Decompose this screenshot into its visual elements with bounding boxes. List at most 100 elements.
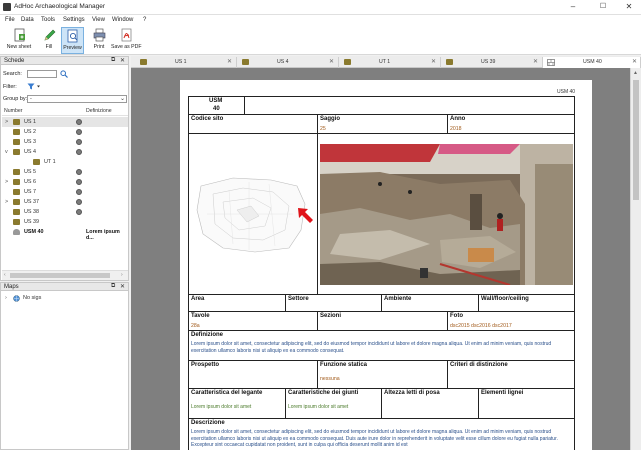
new-sheet-label: New sheet [6, 44, 32, 50]
menu-data[interactable]: Data [21, 17, 34, 23]
menu-file[interactable]: File [5, 17, 15, 23]
close-button[interactable]: ✕ [618, 1, 640, 13]
maps-expander[interactable]: › [5, 295, 7, 301]
wall-sheet-icon [13, 229, 20, 235]
col-definition[interactable]: Definizione [86, 108, 112, 114]
tree-row-label: US 39 [24, 219, 39, 225]
tree-row-label: US 38 [24, 209, 39, 215]
tab-us-4[interactable]: US 4 ✕ [237, 57, 339, 68]
status-dot-icon [76, 119, 82, 125]
definizione-label: Definizione [191, 332, 224, 338]
tree-row-label: US 7 [24, 189, 36, 195]
tree-row[interactable]: US 38 [2, 207, 128, 217]
scroll-left-icon[interactable]: ‹ [4, 272, 6, 278]
status-dot-icon [76, 209, 82, 215]
criteri-cell: Criteri di distinzione [447, 360, 575, 389]
window-title: AdHoc Archaeological Manager [14, 3, 106, 10]
new-sheet-button[interactable]: New sheet [4, 27, 34, 54]
menu-window[interactable]: Window [112, 17, 133, 23]
vertical-scrollbar[interactable]: ▲ [630, 68, 641, 450]
tab-us-1[interactable]: US 1 ✕ [135, 57, 237, 68]
tree-row[interactable]: > US 1 [2, 117, 128, 127]
photo-cell [317, 133, 575, 295]
scroll-thumb[interactable] [633, 80, 639, 200]
pdf-icon [121, 28, 131, 42]
tree-row[interactable]: US 5 [2, 167, 128, 177]
chevron-down-icon: ⌄ [120, 96, 126, 102]
tree-row[interactable]: US 39 [2, 217, 128, 227]
tab-usm-40[interactable]: USM 40 ✕ [543, 57, 641, 68]
area-cell: Area [188, 294, 286, 312]
tree-expander-icon[interactable]: > [5, 119, 8, 125]
search-icon[interactable] [60, 70, 68, 78]
definizione-text: Lorem ipsum dolor sit amet, consectetur … [191, 341, 552, 354]
sheet-id-value: 40 [213, 106, 220, 112]
filter-icon[interactable] [27, 83, 41, 90]
tab-close-icon[interactable]: ✕ [329, 58, 334, 65]
print-button[interactable]: Print [88, 27, 110, 54]
scroll-right-icon[interactable]: › [121, 272, 123, 278]
group-by-value: - [30, 96, 32, 102]
tree-expander-icon[interactable]: > [5, 179, 8, 185]
tree-row[interactable]: US 2 [2, 127, 128, 137]
maps-item[interactable]: No sigs [23, 295, 41, 301]
horizontal-scrollbar[interactable]: ‹ › [2, 270, 128, 280]
sheet-icon [13, 169, 20, 175]
close-panel-icon[interactable]: ✕ [120, 283, 125, 290]
sheet-icon [13, 199, 20, 205]
tab-close-icon[interactable]: ✕ [227, 58, 232, 65]
scroll-up-icon[interactable]: ▲ [633, 70, 638, 76]
tree-row[interactable]: US 7 [2, 187, 128, 197]
maps-panel-header: Maps ⧉ ✕ [0, 282, 129, 291]
funzione-statica-value: nessuna [320, 376, 340, 382]
menu-help[interactable]: ? [143, 17, 146, 23]
scroll-thumb[interactable] [10, 273, 110, 278]
schede-panel-title: Schede [4, 58, 25, 64]
tavole-cell: Tavole 28a [188, 311, 318, 331]
tab-us-39[interactable]: US 39 ✕ [441, 57, 543, 68]
search-input[interactable] [27, 70, 57, 78]
funzione-statica-cell: Funzione statica nessuna [317, 360, 448, 389]
tree-row[interactable]: > US 6 [2, 177, 128, 187]
tree-row[interactable]: USM 40 Lorem ipsum d... [2, 227, 128, 241]
tab-close-icon[interactable]: ✕ [431, 58, 436, 65]
float-panel-icon[interactable]: ⧉ [111, 283, 115, 290]
tab-close-icon[interactable]: ✕ [632, 58, 637, 65]
float-panel-icon[interactable]: ⧉ [111, 57, 115, 64]
anno-value: 2018 [450, 126, 462, 132]
col-number[interactable]: Number [4, 108, 22, 114]
schede-panel-header: Schede ⧉ ✕ [0, 56, 129, 65]
tree-row-label: US 5 [24, 169, 36, 175]
tree-row[interactable]: US 3 [2, 137, 128, 147]
group-by-select[interactable]: - ⌄ [27, 95, 127, 103]
tree-row[interactable]: UT 1 [2, 157, 128, 167]
tree-expander-icon[interactable]: > [5, 199, 8, 205]
tab-ut-1[interactable]: UT 1 ✕ [339, 57, 441, 68]
tree-row[interactable]: v US 4 [2, 147, 128, 157]
codice-sito-label: Codice sito [191, 116, 224, 122]
prospetto-cell: Prospetto [188, 360, 318, 389]
wall-floor-label: Wall/floor/ceiling [481, 296, 529, 302]
sheet-icon [33, 159, 40, 165]
maximize-button[interactable]: ☐ [592, 1, 614, 13]
tab-label: USM 40 [583, 59, 602, 65]
criteri-label: Criteri di distinzione [450, 362, 508, 368]
tree-expander-icon[interactable]: v [5, 149, 8, 155]
menu-tools[interactable]: Tools [41, 17, 55, 23]
descrizione-text: Lorem ipsum dolor sit amet, consectetur … [191, 429, 558, 449]
fill-button[interactable]: Fill [38, 27, 60, 54]
preview-button[interactable]: Preview [61, 27, 84, 54]
save-pdf-button[interactable]: Save as PDF [111, 27, 142, 54]
definizione-cell: Definizione Lorem ipsum dolor sit amet, … [188, 330, 575, 361]
menu-view[interactable]: View [92, 17, 105, 23]
status-dot-icon [76, 149, 82, 155]
menu-settings[interactable]: Settings [63, 17, 85, 23]
close-panel-icon[interactable]: ✕ [120, 57, 125, 64]
tree-row[interactable]: > US 37 [2, 197, 128, 207]
anno-cell: Anno 2018 [447, 114, 575, 134]
tab-close-icon[interactable]: ✕ [533, 58, 538, 65]
sheet-icon [344, 59, 351, 65]
anno-label: Anno [450, 116, 466, 122]
saggio-label: Saggio [320, 116, 341, 122]
minimize-button[interactable]: – [562, 1, 584, 13]
